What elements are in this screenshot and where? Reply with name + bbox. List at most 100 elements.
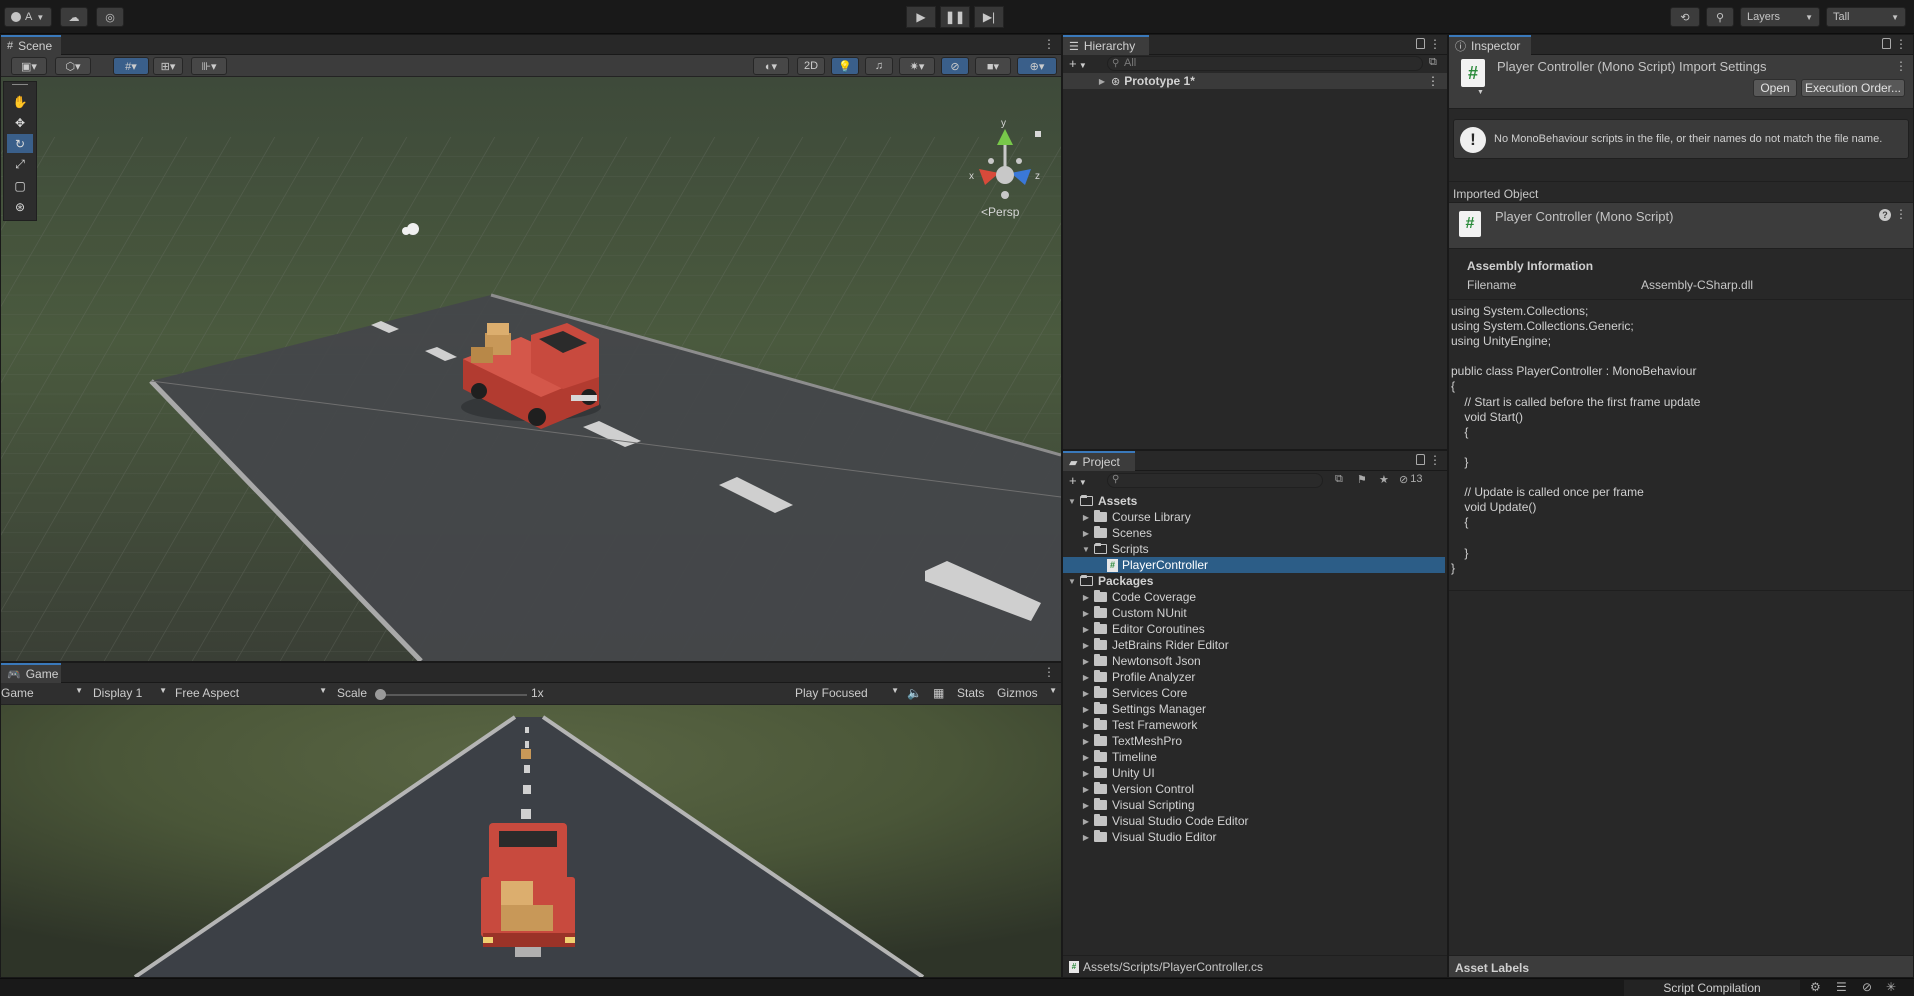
- lock-icon[interactable]: [1416, 38, 1425, 49]
- expand-arrow-icon[interactable]: ▶: [1081, 673, 1091, 682]
- tree-folder[interactable]: ▶ Editor Coroutines: [1063, 621, 1447, 637]
- tab-inspector[interactable]: ⓘ Inspector: [1449, 35, 1531, 55]
- tree-folder[interactable]: ▶ Visual Studio Editor: [1063, 829, 1447, 845]
- scene-viewport[interactable]: y x z <Persp: [1, 77, 1061, 661]
- expand-arrow-icon[interactable]: ▶: [1081, 801, 1091, 810]
- expand-arrow-icon[interactable]: ▶: [1081, 609, 1091, 618]
- expand-arrow-icon[interactable]: ▶: [1081, 705, 1091, 714]
- more-options-icon[interactable]: ⋮: [1895, 59, 1907, 73]
- visibility-toggle[interactable]: ⊘: [941, 57, 969, 75]
- favorite-button[interactable]: ★: [1379, 473, 1389, 486]
- tab-game[interactable]: 🎮 Game: [1, 663, 61, 683]
- debug-icon[interactable]: ⚙: [1810, 980, 1821, 994]
- layers-dropdown[interactable]: Layers ▼: [1740, 7, 1820, 27]
- stats-button[interactable]: Stats: [957, 686, 984, 700]
- step-button[interactable]: ▶|: [974, 6, 1004, 28]
- more-options-icon[interactable]: ⋮: [1429, 37, 1441, 51]
- expand-arrow-icon[interactable]: ▼: [1081, 545, 1091, 554]
- undo-history-button[interactable]: ⟲: [1670, 7, 1700, 27]
- shortcuts-button[interactable]: ▦: [933, 686, 944, 700]
- execution-order-button[interactable]: Execution Order...: [1801, 79, 1905, 97]
- mute-audio-button[interactable]: 🔈: [907, 686, 922, 700]
- projection-toggle[interactable]: <Persp: [981, 205, 1019, 219]
- more-options-icon[interactable]: ⋮: [1427, 74, 1439, 88]
- auto-generate-lighting-icon[interactable]: ⊘: [1862, 980, 1872, 994]
- tree-folder[interactable]: ▶ JetBrains Rider Editor: [1063, 637, 1447, 653]
- tree-folder[interactable]: ▶ Timeline: [1063, 749, 1447, 765]
- tree-folder[interactable]: ▶ Version Control: [1063, 781, 1447, 797]
- expand-arrow-icon[interactable]: ▶: [1081, 737, 1091, 746]
- tree-file-selected[interactable]: # PlayerController: [1063, 557, 1445, 573]
- hierarchy-search-input[interactable]: ⚲ All: [1107, 56, 1423, 71]
- increment-snap-button[interactable]: ⊪▾: [191, 57, 227, 75]
- expand-arrow-icon[interactable]: ▶: [1081, 689, 1091, 698]
- account-dropdown[interactable]: A ▼: [4, 7, 52, 27]
- tree-folder[interactable]: ▶ Services Core: [1063, 685, 1447, 701]
- cache-icon[interactable]: ☰: [1836, 980, 1847, 994]
- collab-button[interactable]: ◎: [96, 7, 124, 27]
- help-icon[interactable]: ?: [1879, 209, 1891, 221]
- tree-folder[interactable]: ▶ Profile Analyzer: [1063, 669, 1447, 685]
- project-search-input[interactable]: ⚲: [1107, 473, 1323, 488]
- tree-folder[interactable]: ▶ Visual Scripting: [1063, 797, 1447, 813]
- tree-folder-packages[interactable]: ▼ Packages: [1063, 573, 1447, 589]
- tree-folder[interactable]: ▼ Scripts: [1063, 541, 1447, 557]
- expand-arrow-icon[interactable]: ▼: [1067, 497, 1077, 506]
- tree-folder[interactable]: ▶ TextMeshPro: [1063, 733, 1447, 749]
- expand-arrow-icon[interactable]: ▶: [1081, 817, 1091, 826]
- expand-arrow-icon[interactable]: ▶: [1081, 833, 1091, 842]
- lock-icon[interactable]: [1882, 38, 1891, 49]
- tree-folder[interactable]: ▶ Newtonsoft Json: [1063, 653, 1447, 669]
- tree-folder[interactable]: ▶ Scenes: [1063, 525, 1447, 541]
- tree-folder[interactable]: ▶ Unity UI: [1063, 765, 1447, 781]
- cloud-button[interactable]: ☁: [60, 7, 88, 27]
- more-options-icon[interactable]: ⋮: [1043, 37, 1055, 51]
- expand-arrow-icon[interactable]: ▶: [1081, 513, 1091, 522]
- create-button[interactable]: + ▼: [1069, 56, 1087, 71]
- audio-toggle[interactable]: ♫: [865, 57, 893, 75]
- asset-labels-section[interactable]: Asset Labels: [1449, 955, 1913, 977]
- more-options-icon[interactable]: ⋮: [1895, 207, 1907, 221]
- drag-handle[interactable]: [12, 84, 28, 85]
- display-select[interactable]: Display 1 ▼: [93, 686, 167, 700]
- expand-arrow-icon[interactable]: ▶: [1081, 753, 1091, 762]
- expand-arrow-icon[interactable]: ▶: [1081, 785, 1091, 794]
- expand-arrow-icon[interactable]: ▶: [1097, 77, 1107, 86]
- more-options-icon[interactable]: ⋮: [1429, 453, 1441, 467]
- hierarchy-row[interactable]: ▶ ⊛ Prototype 1* ⋮: [1063, 73, 1447, 89]
- tree-folder[interactable]: ▶ Visual Studio Code Editor: [1063, 813, 1447, 829]
- gizmos-button[interactable]: ⊕▾: [1017, 57, 1057, 75]
- grid-snap-button[interactable]: #▾: [113, 57, 149, 75]
- search-button[interactable]: ⚲: [1706, 7, 1734, 27]
- rotate-tool[interactable]: ↻: [7, 134, 33, 153]
- camera-settings-button[interactable]: ■▾: [975, 57, 1011, 75]
- scale-slider[interactable]: [379, 694, 527, 696]
- expand-arrow-icon[interactable]: ▼: [1067, 577, 1077, 586]
- scale-tool[interactable]: ⤢: [7, 155, 33, 174]
- tree-folder[interactable]: ▶ Settings Manager: [1063, 701, 1447, 717]
- expand-arrow-icon[interactable]: ▶: [1081, 625, 1091, 634]
- more-options-icon[interactable]: ⋮: [1043, 665, 1055, 679]
- play-mode-select[interactable]: Play Focused ▼: [795, 686, 899, 700]
- more-options-icon[interactable]: ⋮: [1895, 37, 1907, 51]
- scene-visibility-button[interactable]: ⧉: [1429, 56, 1437, 69]
- game-viewport[interactable]: [1, 705, 1061, 977]
- tree-folder-assets[interactable]: ▼ Assets: [1063, 493, 1447, 509]
- play-button[interactable]: ▶: [906, 6, 936, 28]
- transform-tool[interactable]: ⊛: [7, 197, 33, 216]
- hand-tool[interactable]: ✋: [7, 92, 33, 111]
- pause-button[interactable]: ❚❚: [940, 6, 970, 28]
- rect-tool[interactable]: ▢: [7, 176, 33, 195]
- tab-scene[interactable]: # Scene: [1, 35, 61, 55]
- tree-folder[interactable]: ▶ Custom NUnit: [1063, 605, 1447, 621]
- view-select[interactable]: Game ▼: [1, 686, 83, 700]
- expand-arrow-icon[interactable]: ▶: [1081, 769, 1091, 778]
- search-by-type-button[interactable]: ⧉: [1335, 473, 1343, 486]
- hidden-packages-button[interactable]: ⊘ 13: [1399, 473, 1422, 486]
- search-by-label-button[interactable]: ⚑: [1357, 473, 1367, 486]
- lighting-toggle[interactable]: 💡: [831, 57, 859, 75]
- tree-folder[interactable]: ▶ Course Library: [1063, 509, 1447, 525]
- expand-arrow-icon[interactable]: ▶: [1081, 657, 1091, 666]
- layout-dropdown[interactable]: Tall ▼: [1826, 7, 1906, 27]
- move-tool[interactable]: ✥: [7, 113, 33, 132]
